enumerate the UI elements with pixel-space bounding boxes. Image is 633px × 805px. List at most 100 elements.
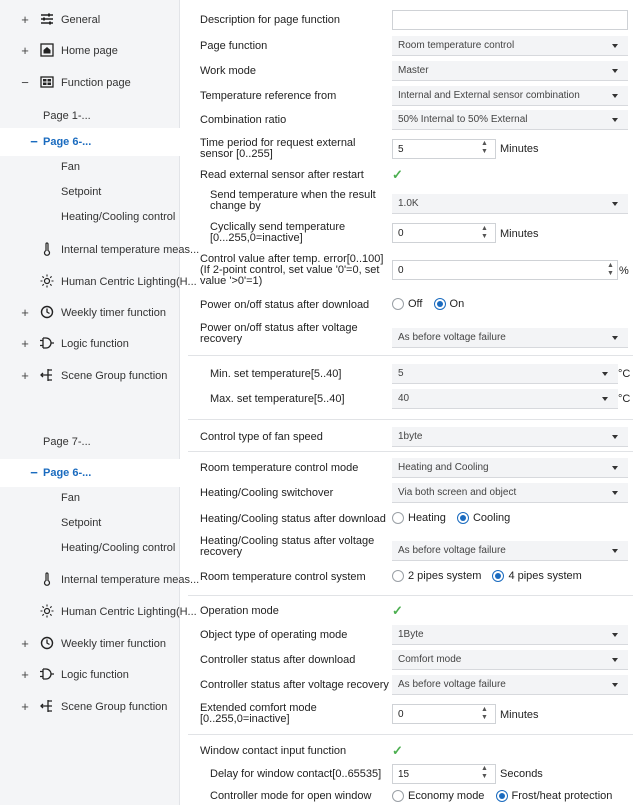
radio-circle-selected-icon (495, 790, 508, 802)
nav-label: Fan (61, 161, 80, 173)
nav-label: General (61, 14, 101, 26)
send-temp-change-dropdown[interactable]: 1.0K (392, 194, 628, 214)
nav-item-page7[interactable]: Page 7-... (0, 434, 180, 448)
nav-label: Setpoint (61, 186, 102, 198)
param-operation-mode: Operation mode ✓ (188, 600, 633, 622)
radio-economy[interactable]: Economy mode (392, 790, 484, 802)
spinner-icon[interactable]: ▲ ▼ (481, 765, 488, 781)
param-label: Max. set temperature[5..40] (210, 392, 345, 405)
clock-icon (39, 635, 55, 651)
radio-circle-selected-icon (456, 512, 469, 524)
param-window-contact: Window contact input function ✓ (188, 740, 633, 762)
radio-4-pipes[interactable]: 4 pipes system (492, 570, 582, 582)
param-label: Extended comfort mode [0..255,0=inactive… (200, 702, 317, 725)
rtc-system-radio-group: 2 pipes system 4 pipes system (392, 570, 628, 585)
nav-item-scene-2[interactable]: + Scene Group function (0, 693, 180, 721)
divider (188, 734, 633, 735)
radio-off[interactable]: Off (392, 298, 422, 310)
nav-item-scene[interactable]: + Scene Group function (0, 362, 180, 390)
nav-item-weekly[interactable]: + Weekly timer function (0, 299, 180, 327)
fan-speed-type-dropdown[interactable]: 1byte (392, 427, 628, 447)
expand-icon[interactable]: + (19, 336, 31, 351)
expand-icon[interactable]: + (19, 667, 31, 682)
radio-on[interactable]: On (433, 298, 464, 310)
nav-item-setpoint-2[interactable]: Setpoint (0, 509, 180, 537)
nav-item-setpoint[interactable]: Setpoint (0, 178, 180, 206)
unit-label: °C (618, 368, 631, 380)
nav-item-fan-2[interactable]: Fan (0, 484, 180, 512)
object-type-dropdown[interactable]: 1Byte (392, 625, 628, 645)
spinner-icon[interactable]: ▲ ▼ (481, 140, 488, 156)
control-value-input[interactable]: 0 (392, 260, 618, 280)
radio-frost-heat[interactable]: Frost/heat protection (495, 790, 612, 802)
nav-label: Weekly timer function (61, 307, 166, 319)
nav-item-general[interactable]: + General (0, 6, 180, 34)
param-label: Combination ratio (200, 113, 287, 126)
collapse-icon[interactable]: − (28, 465, 40, 480)
nav-item-heating-cooling[interactable]: Heating/Cooling control (0, 203, 180, 231)
param-label: Power on/off status after download (200, 298, 370, 311)
param-label: Controller mode for open window (210, 790, 372, 802)
description-input[interactable] (392, 10, 628, 30)
power-recovery-dropdown[interactable]: As before voltage failure (392, 328, 628, 348)
rtc-mode-dropdown[interactable]: Heating and Cooling (392, 458, 628, 478)
radio-cooling[interactable]: Cooling (456, 512, 510, 524)
param-label: Heating/Cooling status after download (200, 512, 386, 525)
nav-label: Home page (61, 45, 118, 57)
page-function-dropdown[interactable]: Room temperature control (392, 36, 628, 56)
work-mode-dropdown[interactable]: Master (392, 61, 628, 81)
ctrl-status-recovery-dropdown[interactable]: As before voltage failure (392, 675, 628, 695)
spinner-icon[interactable]: ▲ ▼ (481, 225, 488, 241)
nav-item-fan[interactable]: Fan (0, 153, 180, 181)
param-label: Heating/Cooling switchover (200, 486, 334, 499)
collapse-icon[interactable]: − (28, 134, 40, 149)
param-description: Description for page function (188, 9, 633, 31)
max-set-dropdown[interactable]: 40 (392, 389, 618, 409)
collapse-icon[interactable]: − (19, 75, 31, 90)
window-contact-checkbox[interactable]: ✓ (392, 743, 628, 759)
radio-circle-icon (392, 790, 404, 802)
operation-mode-checkbox[interactable]: ✓ (392, 603, 628, 619)
hc-status-recovery-dropdown[interactable]: As before voltage failure (392, 541, 628, 561)
combination-dropdown[interactable]: 50% Internal to 50% External (392, 110, 628, 130)
expand-icon[interactable]: + (19, 12, 31, 27)
nav-item-hcl[interactable]: Human Centric Lighting(H... (0, 268, 197, 296)
nav-item-page6[interactable]: − Page 6-... (0, 128, 190, 156)
temp-ref-dropdown[interactable]: Internal and External sensor combination (392, 86, 628, 106)
nav-item-logic[interactable]: + Logic function (0, 330, 180, 358)
radio-heating[interactable]: Heating (392, 512, 446, 524)
read-ext-checkbox[interactable]: ✓ (392, 167, 628, 183)
nav-item-heating-cooling-2[interactable]: Heating/Cooling control (0, 534, 180, 562)
nav-item-logic-2[interactable]: + Logic function (0, 661, 180, 689)
logic-gate-icon (39, 666, 55, 682)
ctrl-status-download-dropdown[interactable]: Comfort mode (392, 650, 628, 670)
param-label: Heating/Cooling status after voltage rec… (200, 535, 375, 558)
expand-icon[interactable]: + (19, 636, 31, 651)
nav-item-internal-temp[interactable]: Internal temperature meas... (0, 236, 199, 264)
param-power-download: Power on/off status after download Off O… (188, 294, 633, 316)
function-page-icon (39, 74, 55, 90)
spinner-icon[interactable]: ▲ ▼ (481, 706, 488, 722)
param-label: Read external sensor after restart (200, 168, 364, 181)
radio-2-pipes[interactable]: 2 pipes system (392, 570, 481, 582)
param-page-function: Page function Room temperature control (188, 35, 633, 57)
nav-item-home-page[interactable]: + Home page (0, 37, 180, 65)
spinner-icon[interactable]: ▲ ▼ (607, 262, 614, 278)
expand-icon[interactable]: + (19, 43, 31, 58)
param-object-type: Object type of operating mode 1Byte (188, 624, 633, 646)
param-time-period: Time period for request external sensor … (188, 136, 633, 162)
nav-item-page6-2[interactable]: − Page 6-... (0, 459, 190, 487)
hc-switchover-dropdown[interactable]: Via both screen and object (392, 483, 628, 503)
nav-item-function-page[interactable]: − Function page (0, 69, 180, 97)
expand-icon[interactable]: + (19, 699, 31, 714)
expand-icon[interactable]: + (19, 305, 31, 320)
min-set-dropdown[interactable]: 5 (392, 364, 618, 384)
param-label: Delay for window contact[0..65535] (210, 767, 382, 780)
nav-item-weekly-2[interactable]: + Weekly timer function (0, 630, 180, 658)
param-ctrl-status-download: Controller status after download Comfort… (188, 649, 633, 671)
param-cyclic-send: Cyclically send temperature [0...255,0=i… (188, 220, 633, 246)
nav-item-page1[interactable]: Page 1-... (0, 102, 180, 130)
nav-item-hcl-2[interactable]: Human Centric Lighting(H... (0, 598, 197, 626)
expand-icon[interactable]: + (19, 368, 31, 383)
nav-item-internal-temp-2[interactable]: Internal temperature meas... (0, 566, 199, 594)
